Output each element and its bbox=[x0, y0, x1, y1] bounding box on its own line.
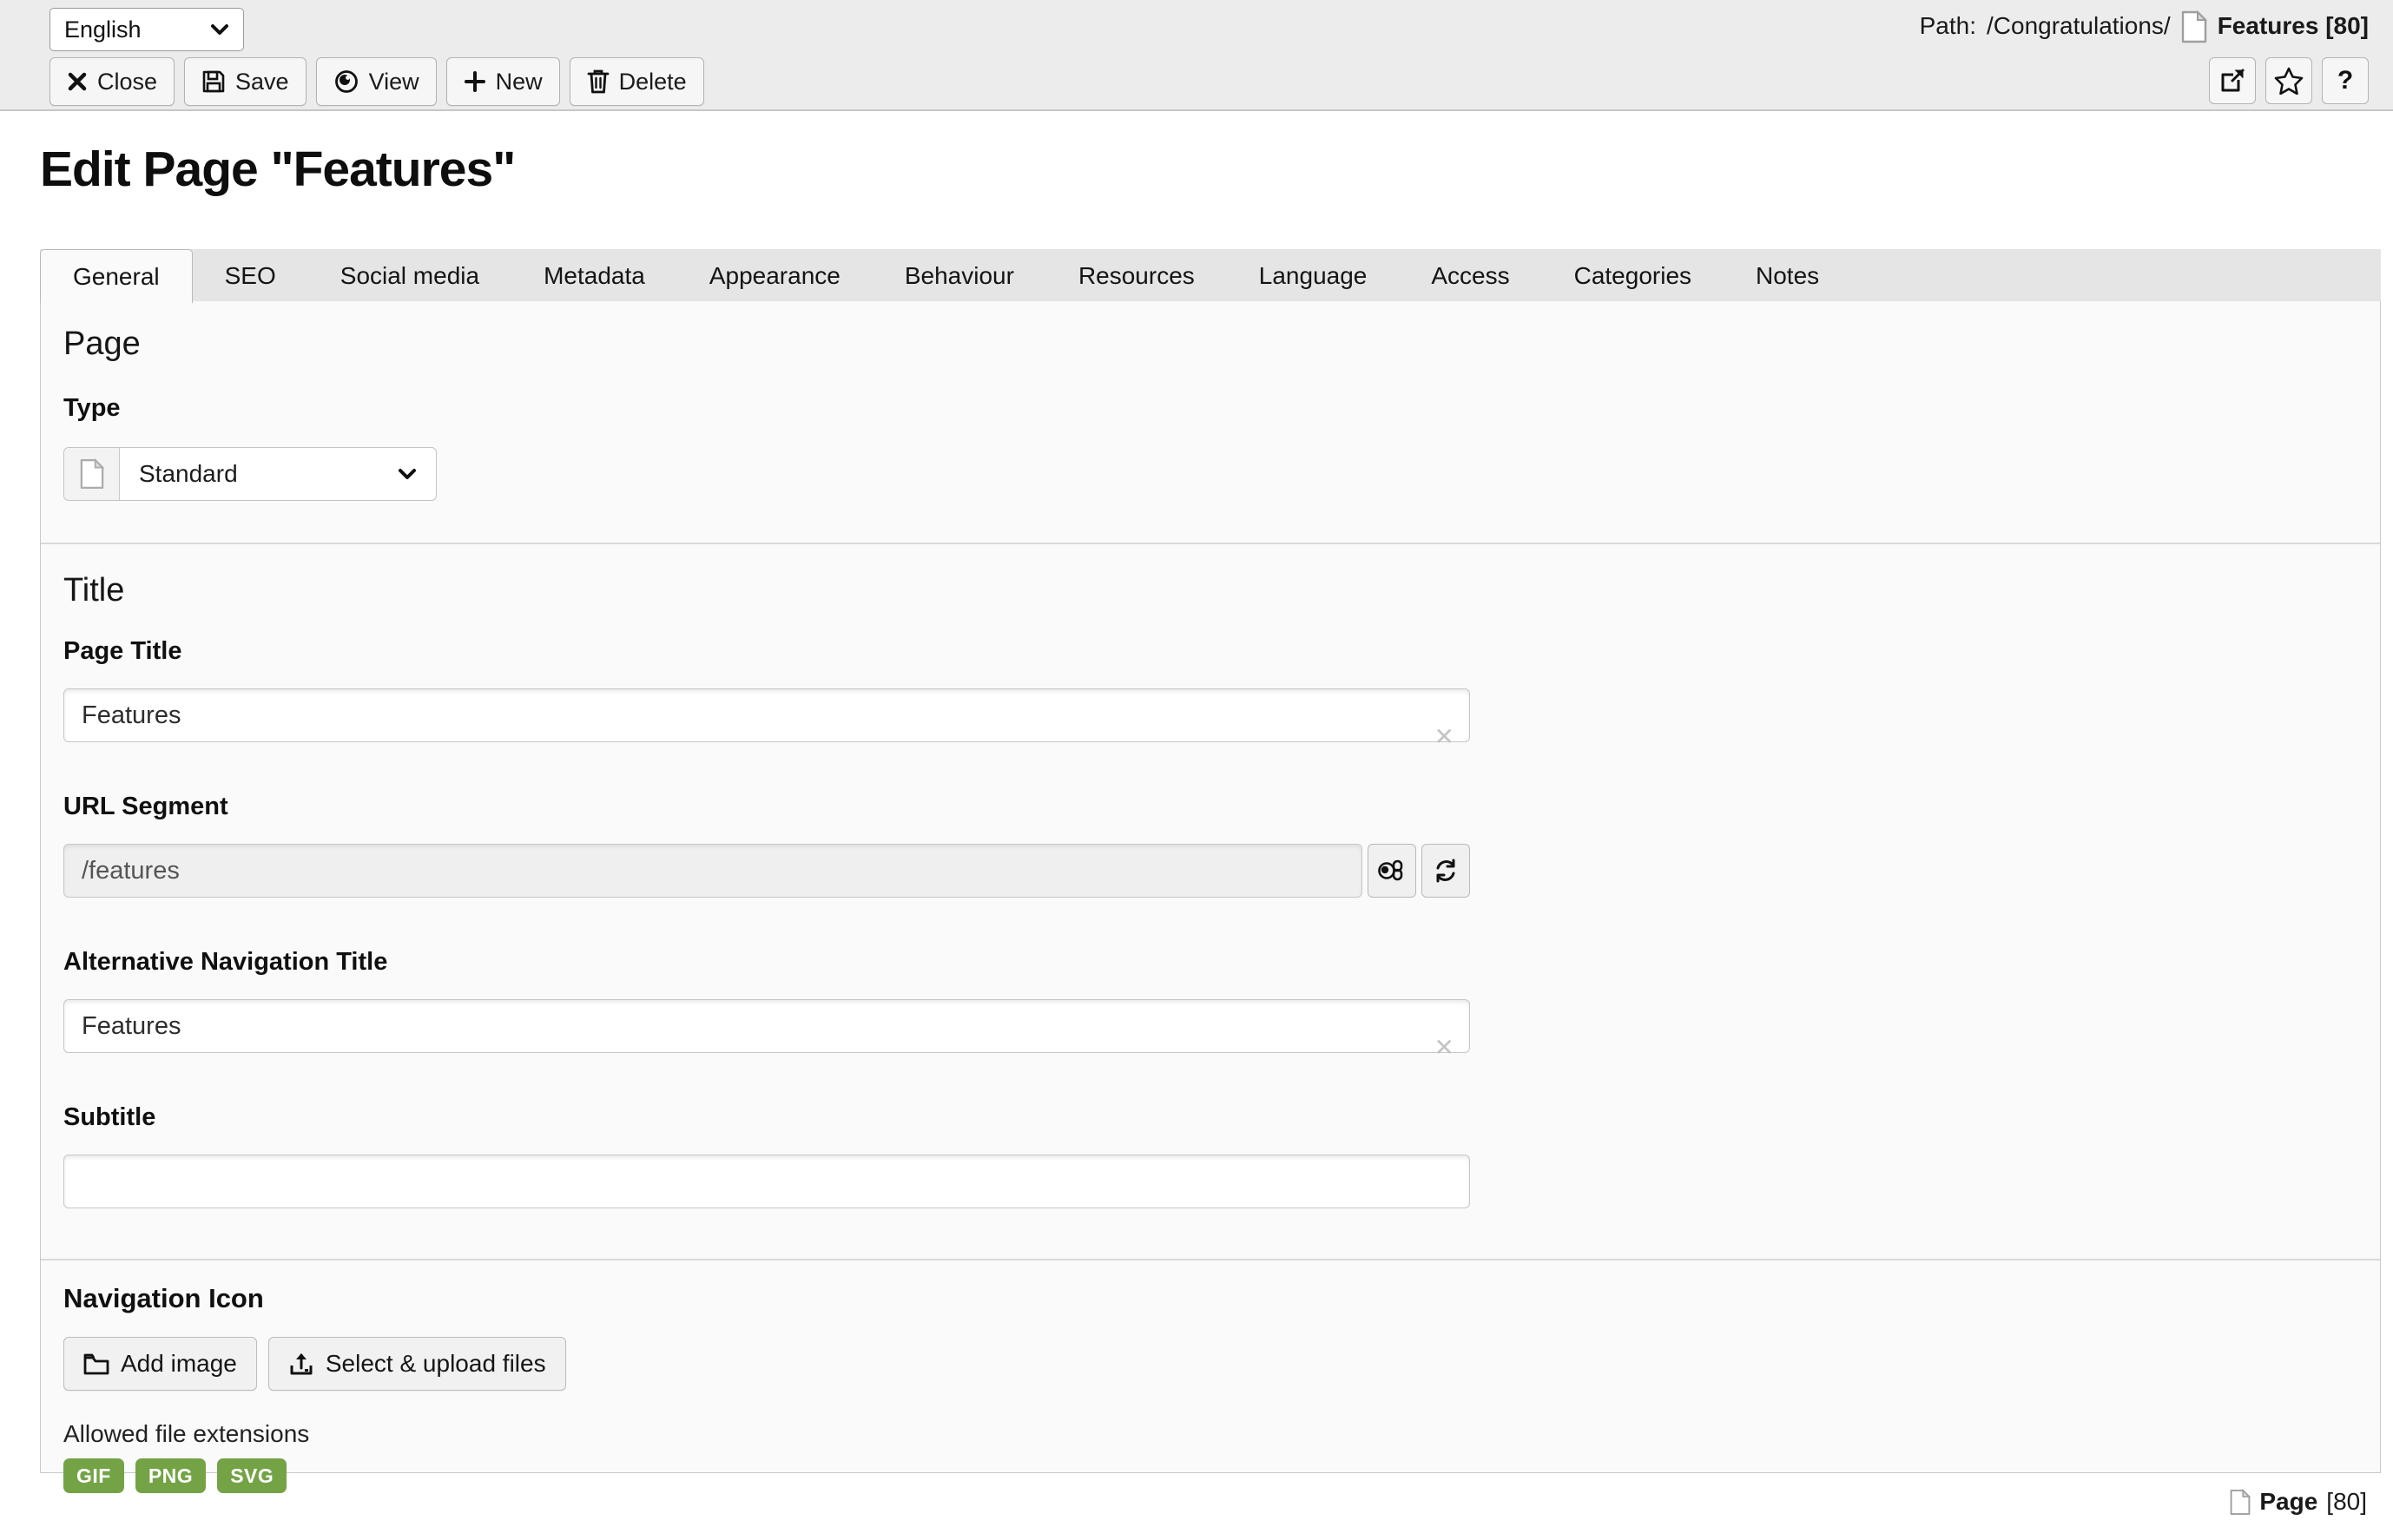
save-button[interactable]: Save bbox=[184, 57, 307, 106]
page-title: Edit Page "Features" bbox=[40, 141, 515, 198]
tab-language[interactable]: Language bbox=[1227, 249, 1400, 302]
tab-bar: General SEO Social media Metadata Appear… bbox=[40, 249, 2381, 302]
extension-badge-gif: GIF bbox=[63, 1458, 124, 1493]
page-type-control: Standard bbox=[63, 447, 437, 501]
favorite-button[interactable] bbox=[2265, 57, 2312, 104]
page-title-label: Page Title bbox=[63, 637, 2357, 666]
new-button[interactable]: New bbox=[446, 57, 560, 106]
tab-content-panel: Page Type Standard Title Page Title bbox=[40, 301, 2381, 1473]
close-icon bbox=[67, 71, 88, 92]
regenerate-url-button[interactable] bbox=[1421, 844, 1470, 898]
alt-nav-title-label: Alternative Navigation Title bbox=[63, 948, 2357, 977]
tab-social-media[interactable]: Social media bbox=[308, 249, 511, 302]
upload-icon bbox=[288, 1351, 314, 1377]
external-link-icon bbox=[2219, 68, 2245, 94]
subtitle-label: Subtitle bbox=[63, 1103, 2357, 1132]
field-alt-nav-title: Alternative Navigation Title ✕ bbox=[63, 948, 2357, 1053]
subtitle-input[interactable] bbox=[63, 1155, 1470, 1208]
navigation-icon-heading: Navigation Icon bbox=[63, 1283, 2357, 1314]
preview-link-button[interactable] bbox=[1368, 844, 1416, 898]
section-heading-title: Title bbox=[63, 572, 2357, 609]
delete-button[interactable]: Delete bbox=[570, 57, 704, 106]
page-type-doc-icon bbox=[64, 448, 120, 500]
chevron-down-icon bbox=[398, 468, 417, 480]
tab-access[interactable]: Access bbox=[1399, 249, 1541, 302]
tab-notes[interactable]: Notes bbox=[1724, 249, 1851, 302]
footer-doc-type: Page bbox=[2259, 1488, 2317, 1516]
tab-appearance[interactable]: Appearance bbox=[677, 249, 873, 302]
select-upload-files-button[interactable]: Select & upload files bbox=[268, 1337, 566, 1391]
type-label: Type bbox=[63, 394, 2357, 423]
path-value: /Congratulations/ bbox=[1987, 12, 2171, 40]
folder-icon bbox=[83, 1352, 109, 1375]
footer-doc-id: [80] bbox=[2326, 1488, 2367, 1516]
clear-icon[interactable]: ✕ bbox=[1434, 1036, 1454, 1060]
section-title: Title Page Title ✕ URL Segment bbox=[41, 544, 2380, 1208]
url-segment-label: URL Segment bbox=[63, 793, 2357, 821]
path-label: Path: bbox=[1920, 12, 1976, 40]
tab-general[interactable]: General bbox=[40, 249, 193, 303]
url-segment-input[interactable] bbox=[63, 844, 1362, 898]
field-subtitle: Subtitle bbox=[63, 1103, 2357, 1208]
close-button[interactable]: Close bbox=[49, 57, 175, 106]
plus-icon bbox=[464, 70, 486, 93]
page-type-select[interactable]: Standard bbox=[120, 448, 436, 500]
question-mark-icon: ? bbox=[2337, 66, 2353, 95]
top-toolbar: English Close Save V bbox=[0, 0, 2393, 111]
allowed-extensions-label: Allowed file extensions bbox=[63, 1420, 2357, 1448]
page-doc-icon bbox=[2181, 10, 2207, 43]
page-title-input[interactable] bbox=[63, 688, 1470, 742]
refresh-icon bbox=[1432, 857, 1460, 885]
current-doc-title: Features [80] bbox=[2218, 12, 2369, 40]
star-icon bbox=[2274, 67, 2304, 95]
extension-badge-svg: SVG bbox=[217, 1458, 287, 1493]
section-page: Page Type Standard bbox=[41, 301, 2380, 501]
eye-icon bbox=[333, 69, 359, 95]
save-icon bbox=[201, 69, 226, 94]
page-type-value: Standard bbox=[139, 460, 238, 488]
toolbar-buttons: Close Save View New bbox=[49, 57, 704, 106]
view-button[interactable]: View bbox=[316, 57, 437, 106]
section-navigation-icon: Navigation Icon Add image Select & uploa… bbox=[41, 1260, 2380, 1493]
trash-icon bbox=[587, 69, 610, 95]
page-edit-screen: English Close Save V bbox=[0, 0, 2393, 1540]
field-url-segment: URL Segment bbox=[63, 793, 2357, 898]
tab-behaviour[interactable]: Behaviour bbox=[873, 249, 1046, 302]
tab-resources[interactable]: Resources bbox=[1046, 249, 1227, 302]
clear-icon[interactable]: ✕ bbox=[1434, 725, 1454, 749]
footer-doc-info: Page [80] bbox=[2230, 1488, 2367, 1516]
breadcrumb: Path: /Congratulations/ Features [80] bbox=[1920, 0, 2369, 52]
page-doc-icon bbox=[2230, 1489, 2251, 1516]
eye-link-icon bbox=[1377, 858, 1407, 884]
section-heading-page: Page bbox=[63, 326, 2357, 363]
language-select-value: English bbox=[64, 16, 142, 43]
tab-metadata[interactable]: Metadata bbox=[511, 249, 677, 302]
language-select[interactable]: English bbox=[49, 8, 244, 51]
alt-nav-title-input[interactable] bbox=[63, 999, 1470, 1053]
tab-categories[interactable]: Categories bbox=[1542, 249, 1724, 302]
field-page-title: Page Title ✕ bbox=[63, 637, 2357, 742]
corner-buttons: ? bbox=[2209, 57, 2369, 104]
tab-seo[interactable]: SEO bbox=[193, 249, 308, 302]
open-external-button[interactable] bbox=[2209, 57, 2256, 104]
extension-badge-png: PNG bbox=[135, 1458, 206, 1493]
extension-badges: GIF PNG SVG bbox=[63, 1458, 2357, 1493]
chevron-down-icon bbox=[210, 23, 229, 36]
help-button[interactable]: ? bbox=[2322, 57, 2369, 104]
add-image-button[interactable]: Add image bbox=[63, 1337, 257, 1391]
